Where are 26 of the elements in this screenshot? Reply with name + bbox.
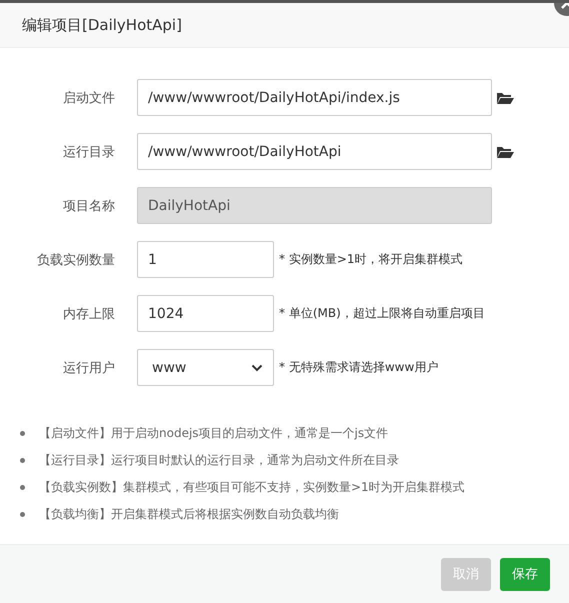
field-label: 运行目录 (62, 144, 115, 160)
folder-icon[interactable] (496, 144, 514, 158)
field-label: 内存上限 (62, 306, 115, 322)
note-text: 【启动文件】用于启动nodejs项目的启动文件，通常是一个js文件 (39, 425, 388, 442)
note-text: 【负载实例数】集群模式，有些项目可能不支持，实例数量>1时为开启集群模式 (39, 479, 465, 496)
bullet-icon (20, 512, 25, 517)
bullet-icon (20, 431, 25, 436)
field-label: 启动文件 (62, 90, 115, 106)
field-label: 项目名称 (62, 198, 115, 214)
field-hint: * 实例数量>1时，将开启集群模式 (279, 251, 463, 268)
bullet-icon (20, 458, 25, 463)
input-field[interactable]: /www/wwwroot/DailyHotApi (137, 133, 492, 170)
dialog-title: 编辑项目[DailyHotApi] (22, 16, 182, 34)
note-text: 【负载均衡】开启集群模式后将根据实例数自动负载均衡 (39, 506, 339, 523)
field-hint: * 无特殊需求请选择www用户 (279, 359, 438, 376)
input-field[interactable]: 1024 (137, 295, 274, 332)
bullet-icon (20, 485, 25, 490)
field-label: 运行用户 (62, 360, 115, 376)
field-label: 负载实例数量 (36, 252, 115, 268)
input-field[interactable]: 1 (137, 241, 274, 278)
field-hint: * 单位(MB)，超过上限将自动重启项目 (279, 305, 485, 322)
folder-icon[interactable] (496, 90, 514, 104)
note-text: 【运行目录】运行项目时默认的运行目录，通常为启动文件所在目录 (39, 452, 399, 469)
user-select[interactable]: www (137, 349, 274, 386)
chevron-down-icon (251, 364, 263, 372)
input-field[interactable]: /www/wwwroot/DailyHotApi/index.js (137, 79, 492, 116)
